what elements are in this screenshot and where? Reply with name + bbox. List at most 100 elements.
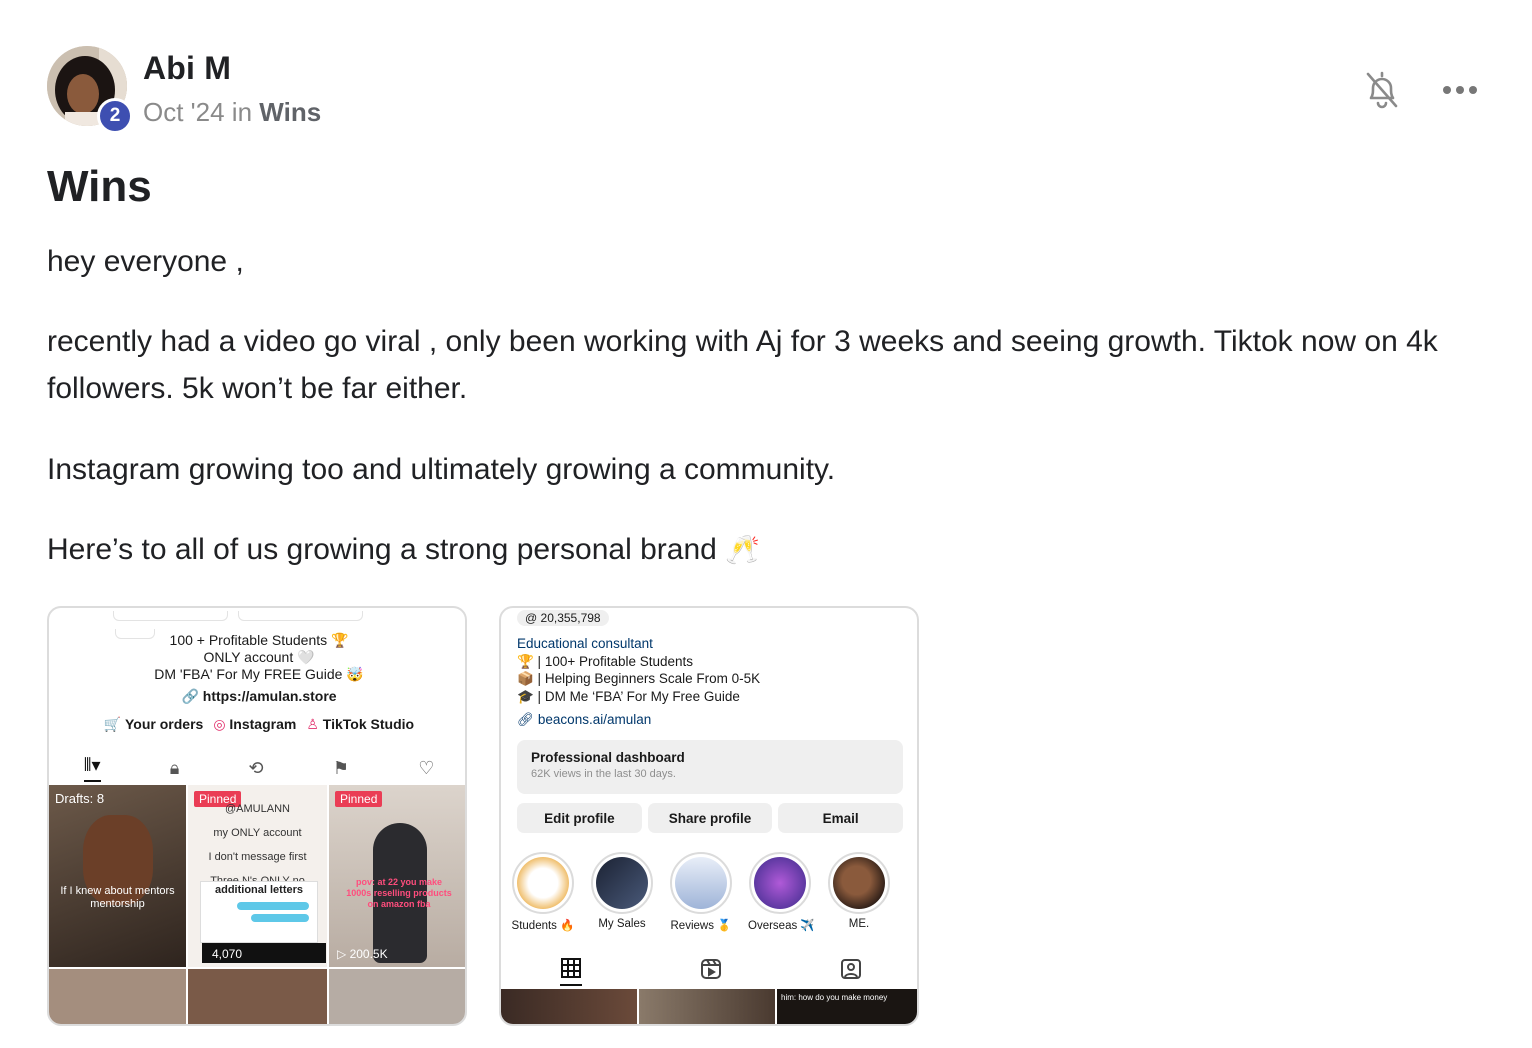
instagram-profile-tabs bbox=[501, 953, 917, 989]
pinned-badge: Pinned bbox=[335, 791, 383, 807]
instagram-label: Instagram bbox=[229, 716, 297, 732]
email-button[interactable]: Email bbox=[778, 803, 904, 833]
saved-tab-icon[interactable]: ⚑ bbox=[333, 758, 349, 779]
threads-icon: @ bbox=[525, 611, 538, 625]
grid-post[interactable]: him: how do you make money bbox=[777, 989, 917, 1024]
highlight-label: Reviews 🥇 bbox=[670, 920, 732, 932]
tiktok-studio-label: TikTok Studio bbox=[322, 716, 415, 732]
tiktok-studio-link[interactable]: ♙ TikTok Studio bbox=[306, 716, 414, 733]
message-preview: additional letters bbox=[200, 881, 318, 943]
author-avatar-wrap[interactable]: 2 bbox=[47, 46, 133, 134]
pinned-2-views: ▷ 200.5K bbox=[337, 947, 388, 961]
dashboard-subtitle: 62K views in the last 30 days. bbox=[531, 768, 676, 780]
post-paragraph-4: Here’s to all of us growing a strong per… bbox=[47, 526, 1497, 573]
pinned-tile-2[interactable]: Pinned pov: at 22 you make 1000s reselli… bbox=[329, 785, 465, 967]
drafts-tile[interactable]: Drafts: 8 If I knew about mentors mentor… bbox=[49, 785, 186, 967]
cut-off-stats bbox=[109, 608, 409, 639]
tagged-tab-icon[interactable] bbox=[840, 958, 862, 985]
videos-grid-tab-icon[interactable]: ⦀▾ bbox=[83, 755, 101, 782]
cart-icon: 🛒 bbox=[103, 716, 122, 732]
threads-badge[interactable]: @ 20,355,798 bbox=[517, 610, 609, 626]
liked-tab-icon[interactable]: ♡ bbox=[418, 758, 434, 779]
highlight-me[interactable]: ME. bbox=[827, 852, 891, 932]
grid-post[interactable] bbox=[501, 989, 637, 1024]
pinned-1-line-3: I don't message first bbox=[208, 851, 307, 863]
tiktok-link-text: https://amulan.store bbox=[202, 688, 337, 704]
highlight-students[interactable]: Students 🔥 bbox=[511, 852, 575, 932]
grid-tile[interactable] bbox=[49, 969, 186, 1024]
lock-tab-icon[interactable]: 🔒︎ bbox=[170, 758, 180, 779]
post-paragraph-3: Instagram growing too and ultimately gro… bbox=[47, 453, 836, 486]
highlight-label: Overseas ✈️ bbox=[748, 920, 815, 932]
highlight-ring bbox=[670, 852, 732, 914]
pinned-1-line-1: @AMULANN bbox=[225, 803, 290, 815]
repost-tab-icon[interactable]: ⟲ bbox=[249, 758, 264, 779]
paragraph-4-text: Here’s to all of us growing a strong per… bbox=[47, 533, 717, 566]
tiktok-bio-line-1: 100 + Profitable Students 🏆 bbox=[169, 632, 349, 648]
your-orders-link[interactable]: 🛒 Your orders bbox=[104, 716, 203, 733]
ig-bio-line-2: 📦 | Helping Beginners Scale From 0-5K bbox=[517, 671, 761, 686]
instagram-link[interactable]: ◎ Instagram bbox=[213, 716, 296, 733]
professional-dashboard[interactable]: Professional dashboard 62K views in the … bbox=[517, 740, 903, 794]
grid-tile[interactable] bbox=[329, 969, 465, 1024]
ig-category: Educational consultant bbox=[517, 636, 653, 651]
more-horizontal-icon[interactable] bbox=[1440, 78, 1480, 102]
chat-bubble bbox=[237, 902, 309, 910]
pinned-1-line-2: my ONLY account bbox=[213, 827, 302, 839]
ig-link[interactable]: 🔗︎ beacons.ai/amulan bbox=[517, 712, 651, 728]
share-profile-button[interactable]: Share profile bbox=[647, 803, 773, 833]
tiktok-bio-link[interactable]: 🔗 https://amulan.store bbox=[49, 688, 465, 705]
grid-post[interactable] bbox=[639, 989, 775, 1024]
highlight-ring bbox=[828, 852, 890, 914]
threads-count: 20,355,798 bbox=[540, 611, 601, 625]
highlight-label: ME. bbox=[848, 918, 870, 930]
pinned-1-line-5: additional letters bbox=[214, 884, 304, 896]
story-highlights: Students 🔥 My Sales Reviews 🥇 Overseas ✈… bbox=[511, 852, 917, 932]
tiktok-video-grid: Drafts: 8 If I knew about mentors mentor… bbox=[49, 785, 465, 1024]
grid-post-caption: him: how do you make money bbox=[781, 993, 888, 1002]
highlight-label: My Sales bbox=[598, 918, 646, 930]
dashboard-title: Professional dashboard bbox=[531, 750, 685, 765]
level-badge: 2 bbox=[97, 98, 133, 134]
highlight-my-sales[interactable]: My Sales bbox=[590, 852, 654, 932]
attachment-instagram-screenshot[interactable]: @ 20,355,798 Educational consultant 🏆 | … bbox=[499, 606, 919, 1026]
post-title: Wins bbox=[47, 162, 152, 211]
post-paragraph-1: hey everyone , bbox=[47, 245, 244, 278]
highlight-image bbox=[833, 857, 885, 909]
highlight-ring bbox=[591, 852, 653, 914]
your-orders-label: Your orders bbox=[125, 716, 204, 732]
ig-bio-line-3: 🎓 | DM Me ‘FBA’ For My Free Guide bbox=[517, 689, 740, 704]
profile-buttons: Edit profile Share profile Email bbox=[517, 803, 904, 833]
pinned-tile-1[interactable]: Pinned @AMULANN my ONLY account I don't … bbox=[188, 785, 327, 967]
pinned-2-views-value: 200.5K bbox=[349, 947, 388, 961]
tiktok-quick-links: 🛒 Your orders ◎ Instagram ♙ TikTok Studi… bbox=[49, 716, 465, 733]
instagram-icon: ◎ bbox=[213, 716, 226, 732]
highlight-ring bbox=[512, 852, 574, 914]
ig-bio-line-1: 🏆 | 100+ Profitable Students bbox=[517, 654, 694, 669]
attachment-tiktok-screenshot[interactable]: 100 + Profitable Students 🏆 ONLY account… bbox=[47, 606, 467, 1026]
edit-profile-button[interactable]: Edit profile bbox=[517, 803, 642, 833]
ig-link-text: beacons.ai/amulan bbox=[537, 712, 652, 727]
highlight-reviews[interactable]: Reviews 🥇 bbox=[669, 852, 733, 932]
pinned-1-text: @AMULANN my ONLY account I don't message… bbox=[188, 797, 327, 893]
drafts-caption: If I knew about mentors mentorship bbox=[60, 885, 175, 910]
instagram-post-grid: him: how do you make money bbox=[501, 989, 917, 1024]
bell-off-icon[interactable] bbox=[1362, 68, 1402, 112]
link-icon: 🔗 bbox=[181, 688, 199, 704]
highlight-image bbox=[754, 857, 806, 909]
highlight-image bbox=[675, 857, 727, 909]
studio-icon: ♙ bbox=[306, 716, 319, 732]
tiktok-bio-line-2: ONLY account 🤍 bbox=[203, 649, 315, 665]
clinking-glasses-emoji: 🥂 bbox=[725, 533, 761, 566]
highlight-image bbox=[517, 857, 569, 909]
drafts-label: Drafts: 8 bbox=[55, 791, 105, 806]
grid-tab-icon[interactable] bbox=[560, 957, 582, 986]
author-name[interactable]: Abi M bbox=[143, 50, 231, 87]
reels-tab-icon[interactable] bbox=[700, 958, 722, 985]
highlight-ring bbox=[749, 852, 811, 914]
highlight-overseas[interactable]: Overseas ✈️ bbox=[748, 852, 815, 932]
highlight-label: Students 🔥 bbox=[511, 920, 575, 932]
category-link[interactable]: Wins bbox=[259, 97, 321, 127]
grid-tile[interactable] bbox=[188, 969, 327, 1024]
tiktok-profile-tabs: ⦀▾ 🔒︎ ⟲ ⚑ ♡ bbox=[49, 751, 465, 785]
